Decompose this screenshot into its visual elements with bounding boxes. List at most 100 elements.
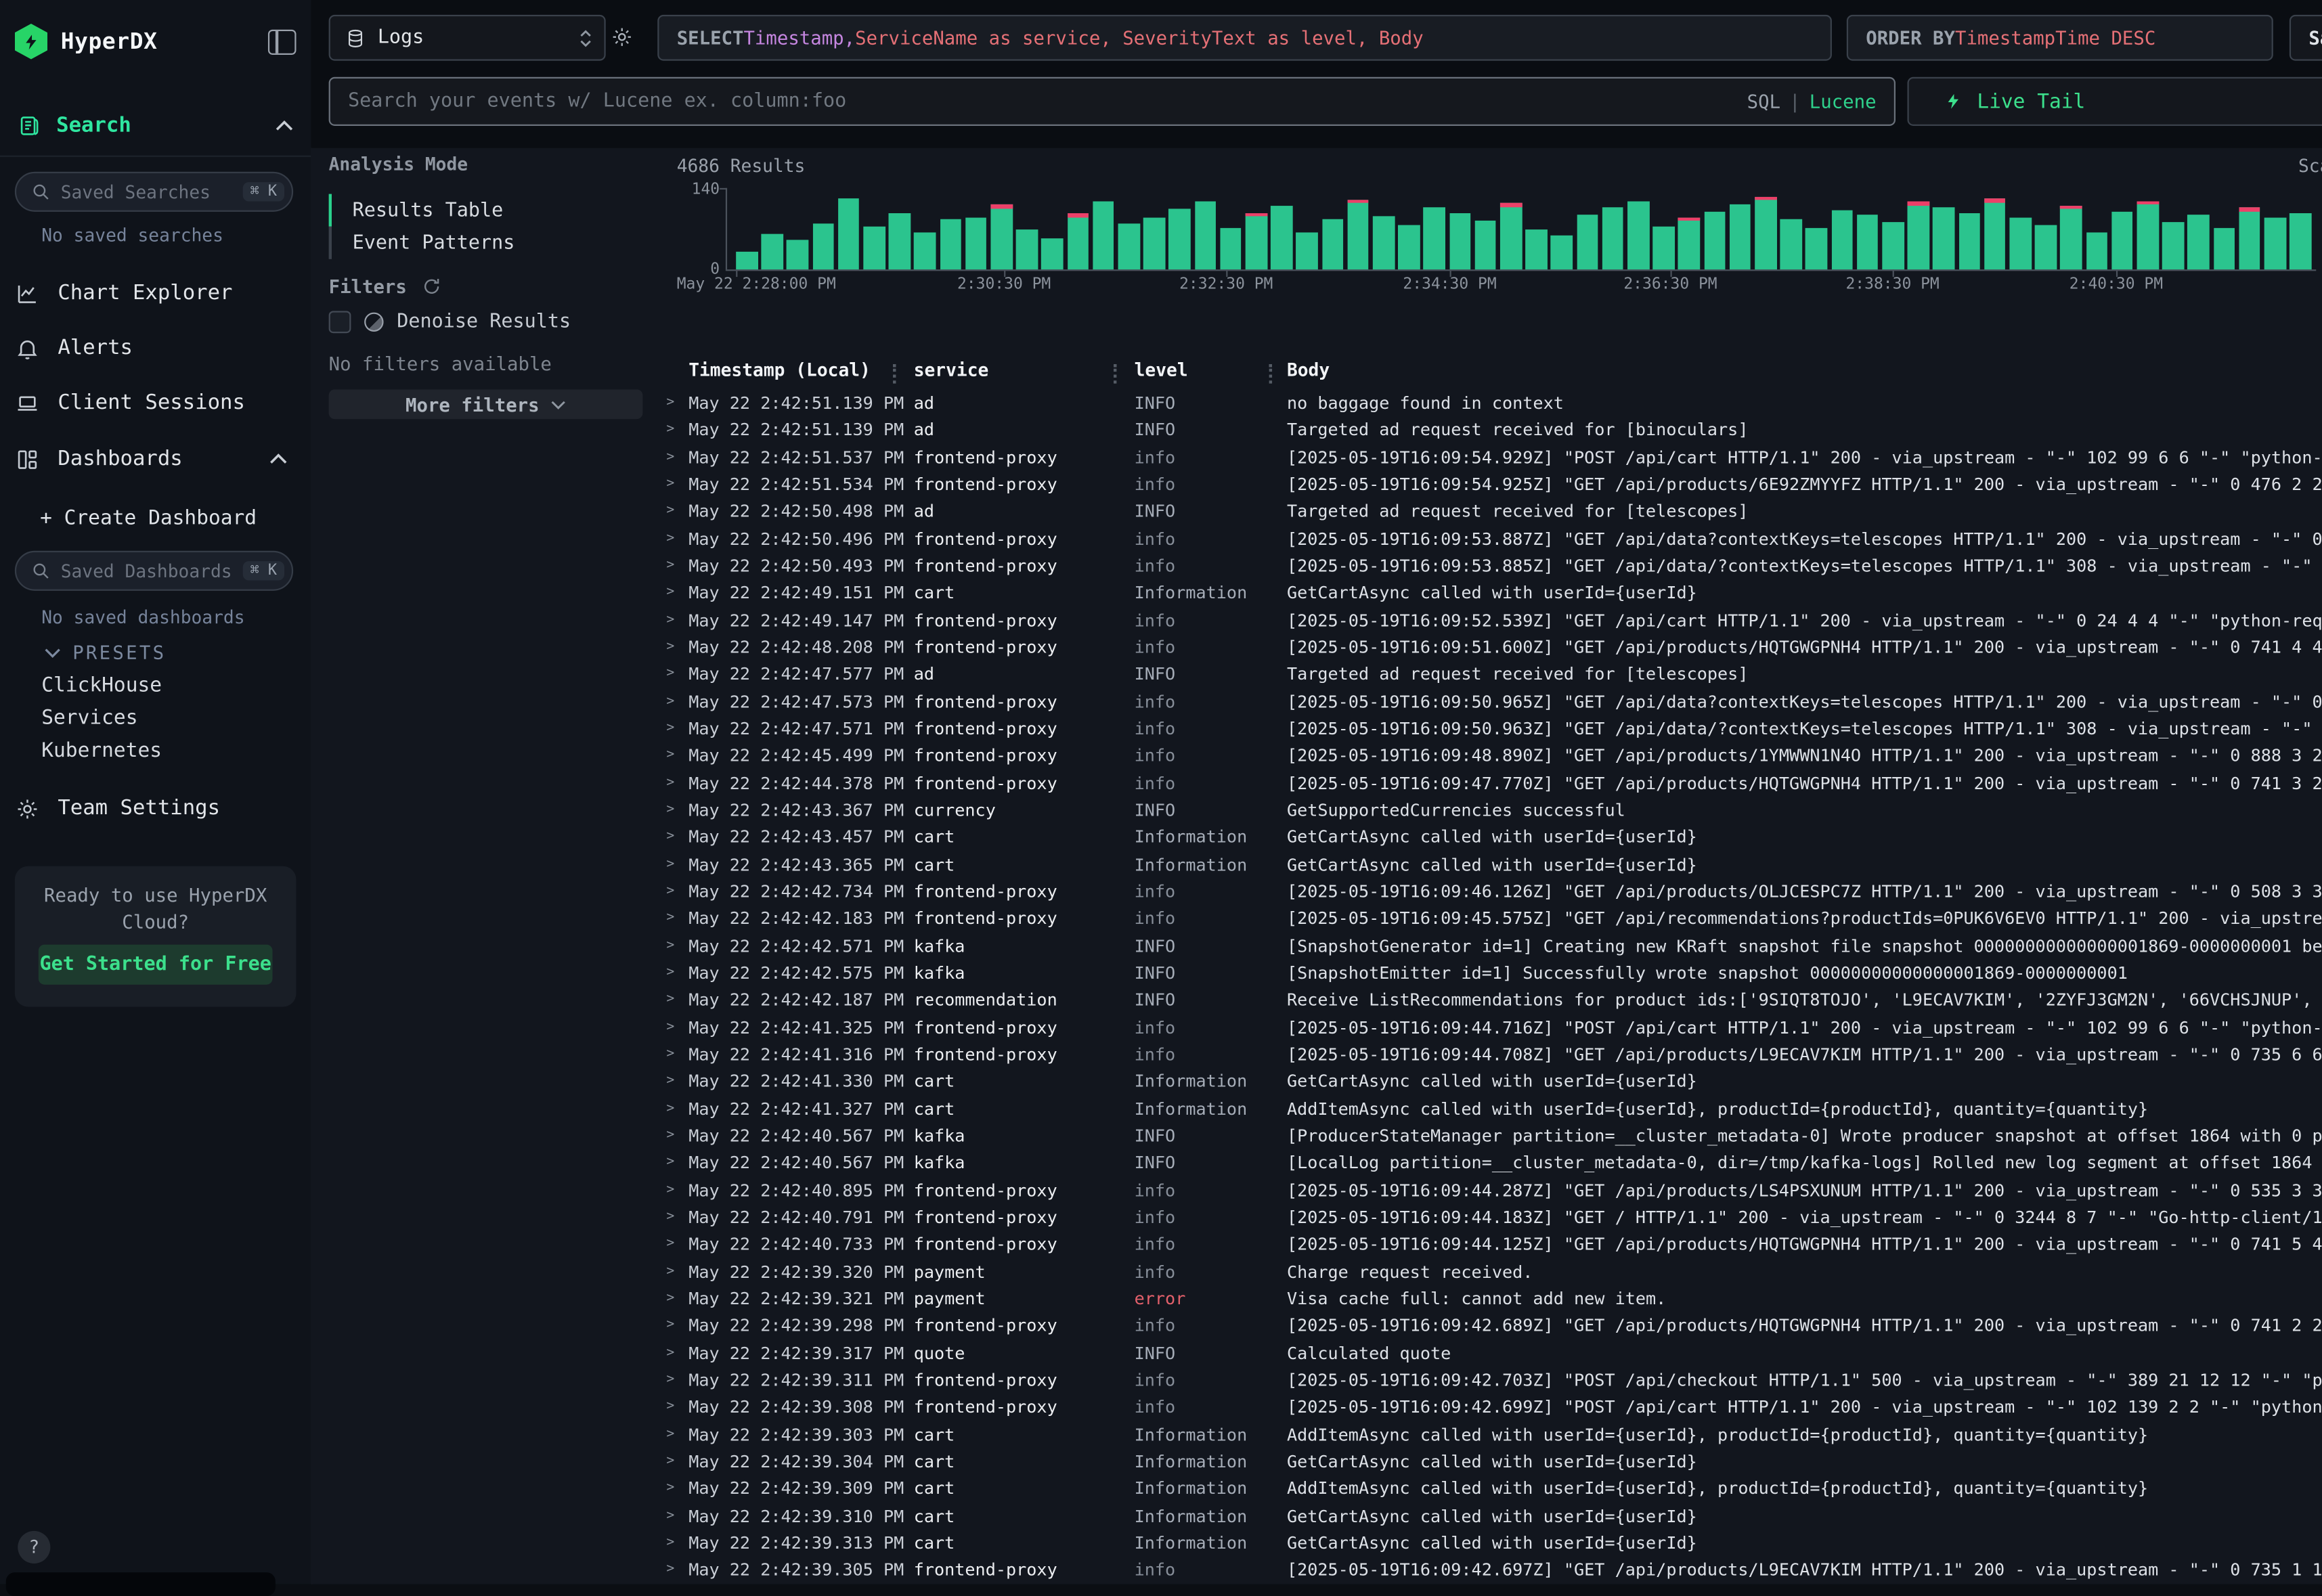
row-expand-chevron-icon[interactable]: >: [663, 1481, 688, 1496]
source-select[interactable]: Logs: [329, 15, 606, 61]
log-row[interactable]: >May 22 2:42:41.316 PMfrontend-proxyinfo…: [663, 1041, 2322, 1068]
log-row[interactable]: >May 22 2:42:45.499 PMfrontend-proxyinfo…: [663, 742, 2322, 770]
log-row[interactable]: >May 22 2:42:49.151 PMcartInformationGet…: [663, 579, 2322, 606]
row-expand-chevron-icon[interactable]: >: [663, 1318, 688, 1333]
row-expand-chevron-icon[interactable]: >: [663, 640, 688, 655]
query-mode-toggle[interactable]: SQL|Lucene: [1747, 90, 1877, 112]
histogram-bar[interactable]: [1373, 216, 1395, 269]
log-row[interactable]: >May 22 2:42:39.308 PMfrontend-proxyinfo…: [663, 1394, 2322, 1421]
row-expand-chevron-icon[interactable]: >: [663, 1346, 688, 1360]
histogram-bar[interactable]: [1016, 229, 1038, 269]
create-dashboard-button[interactable]: + Create Dashboard: [40, 506, 257, 530]
log-row[interactable]: >May 22 2:42:39.317 PMquoteINFOCalculate…: [663, 1339, 2322, 1367]
row-expand-chevron-icon[interactable]: >: [663, 749, 688, 763]
row-expand-chevron-icon[interactable]: >: [663, 422, 688, 437]
histogram-bar[interactable]: [1474, 221, 1496, 269]
histogram-bar[interactable]: [1042, 238, 1064, 269]
row-expand-chevron-icon[interactable]: >: [663, 1427, 688, 1442]
histogram-bar[interactable]: [940, 219, 961, 269]
histogram-bar[interactable]: [1246, 213, 1267, 269]
log-row[interactable]: >May 22 2:42:47.573 PMfrontend-proxyinfo…: [663, 688, 2322, 715]
log-row[interactable]: >May 22 2:42:41.330 PMcartInformationGet…: [663, 1068, 2322, 1095]
log-row[interactable]: >May 22 2:42:43.367 PMcurrencyINFOGetSup…: [663, 797, 2322, 824]
histogram-bar[interactable]: [965, 217, 987, 269]
select-clause-editor[interactable]: SELECT Timestamp, ServiceName as service…: [657, 15, 1832, 61]
histogram-bar[interactable]: [1551, 236, 1573, 269]
log-row[interactable]: >May 22 2:42:40.733 PMfrontend-proxyinfo…: [663, 1231, 2322, 1258]
column-resizer[interactable]: [893, 364, 896, 383]
row-expand-chevron-icon[interactable]: >: [663, 450, 688, 465]
histogram-bar[interactable]: [1449, 213, 1471, 269]
row-expand-chevron-icon[interactable]: >: [663, 1182, 688, 1197]
col-header-level[interactable]: level: [1135, 360, 1188, 381]
col-header-service[interactable]: service: [914, 360, 989, 381]
log-row[interactable]: >May 22 2:42:47.577 PMadINFOTargeted ad …: [663, 661, 2322, 688]
preset-clickhouse[interactable]: ClickHouse: [41, 673, 162, 697]
denoise-results-row[interactable]: Denoise Results: [329, 311, 571, 333]
col-header-timestamp[interactable]: Timestamp (Local): [688, 360, 871, 381]
sidebar-item-search[interactable]: Search: [0, 107, 311, 157]
histogram-bar[interactable]: [1602, 206, 1623, 269]
column-resizer[interactable]: [1269, 364, 1272, 383]
row-expand-chevron-icon[interactable]: >: [663, 938, 688, 953]
log-row[interactable]: >May 22 2:42:43.365 PMcartInformationGet…: [663, 851, 2322, 878]
histogram-bar[interactable]: [889, 214, 911, 269]
log-row[interactable]: >May 22 2:42:39.303 PMcartInformationAdd…: [663, 1421, 2322, 1448]
histogram-bar[interactable]: [1271, 206, 1292, 270]
row-expand-chevron-icon[interactable]: >: [663, 1508, 688, 1523]
row-expand-chevron-icon[interactable]: >: [663, 1237, 688, 1251]
mode-sql[interactable]: SQL: [1747, 90, 1780, 112]
more-filters-button[interactable]: More filters: [329, 389, 643, 419]
histogram-bar[interactable]: [1984, 198, 2006, 269]
histogram-bar[interactable]: [915, 232, 936, 269]
save-search-button[interactable]: Sa: [2290, 15, 2322, 61]
histogram-bar[interactable]: [1678, 217, 1700, 269]
histogram-bar[interactable]: [1347, 200, 1369, 269]
col-header-body[interactable]: Body: [1287, 360, 1330, 381]
preset-services[interactable]: Services: [41, 706, 137, 730]
row-expand-chevron-icon[interactable]: >: [663, 911, 688, 926]
histogram-bar[interactable]: [1831, 210, 1853, 269]
row-expand-chevron-icon[interactable]: >: [663, 694, 688, 709]
histogram-bar[interactable]: [1424, 208, 1445, 269]
results-histogram[interactable]: [736, 188, 2316, 269]
histogram-bar[interactable]: [863, 227, 885, 270]
histogram-bar[interactable]: [1067, 214, 1089, 269]
histogram-bar[interactable]: [1908, 202, 1929, 269]
histogram-bar[interactable]: [2290, 214, 2311, 269]
log-row[interactable]: >May 22 2:42:51.139 PMadINFOTargeted ad …: [663, 416, 2322, 443]
row-expand-chevron-icon[interactable]: >: [663, 1020, 688, 1035]
histogram-bar[interactable]: [1169, 209, 1191, 269]
log-row[interactable]: >May 22 2:42:40.567 PMkafkaINFO[LocalLog…: [663, 1149, 2322, 1176]
histogram-bar[interactable]: [787, 240, 808, 269]
saved-dashboards-input[interactable]: Saved Dashboards ⌘ K: [15, 551, 293, 591]
log-row[interactable]: >May 22 2:42:39.311 PMfrontend-proxyinfo…: [663, 1367, 2322, 1394]
log-row[interactable]: >May 22 2:42:43.457 PMcartInformationGet…: [663, 824, 2322, 851]
histogram-bar[interactable]: [1118, 223, 1140, 269]
histogram-bar[interactable]: [1780, 219, 1802, 269]
histogram-bar[interactable]: [1093, 201, 1114, 269]
histogram-bar[interactable]: [1526, 229, 1548, 269]
histogram-bar[interactable]: [2213, 227, 2235, 269]
log-row[interactable]: >May 22 2:42:42.187 PMrecommendationINFO…: [663, 986, 2322, 1013]
log-row[interactable]: >May 22 2:42:44.378 PMfrontend-proxyinfo…: [663, 770, 2322, 797]
log-row[interactable]: >May 22 2:42:41.327 PMcartInformationAdd…: [663, 1095, 2322, 1122]
preset-kubernetes[interactable]: Kubernetes: [41, 739, 162, 763]
source-settings-gear-icon[interactable]: [610, 25, 634, 49]
histogram-bar[interactable]: [1627, 201, 1649, 269]
histogram-bar[interactable]: [2264, 219, 2286, 270]
sidebar-item-chart-explorer[interactable]: Chart Explorer: [15, 275, 297, 311]
log-row[interactable]: >May 22 2:42:39.304 PMcartInformationGet…: [663, 1448, 2322, 1475]
log-row[interactable]: >May 22 2:42:51.139 PMadINFOno baggage f…: [663, 389, 2322, 416]
orderby-clause-editor[interactable]: ORDER BY TimestampTime DESC: [1847, 15, 2273, 61]
get-started-button[interactable]: Get Started for Free: [39, 945, 273, 985]
row-expand-chevron-icon[interactable]: >: [663, 884, 688, 899]
histogram-bar[interactable]: [1500, 203, 1522, 269]
log-row[interactable]: >May 22 2:42:50.498 PMadINFOTargeted ad …: [663, 498, 2322, 525]
row-expand-chevron-icon[interactable]: >: [663, 830, 688, 845]
log-row[interactable]: >May 22 2:42:50.493 PMfrontend-proxyinfo…: [663, 552, 2322, 579]
row-expand-chevron-icon[interactable]: >: [663, 667, 688, 682]
row-expand-chevron-icon[interactable]: >: [663, 1264, 688, 1279]
row-expand-chevron-icon[interactable]: >: [663, 531, 688, 546]
log-row[interactable]: >May 22 2:42:48.208 PMfrontend-proxyinfo…: [663, 634, 2322, 661]
